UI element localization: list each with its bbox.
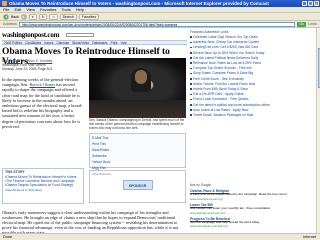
zone-indicator: Internet xyxy=(303,235,316,239)
toolbar: ◄ Back ► x ↻ ⌂ Search Favorites xyxy=(0,13,320,21)
email-tool[interactable]: E-Mail This xyxy=(92,136,136,140)
links-label[interactable]: Links xyxy=(308,22,317,26)
google-ads: Ads by Google Obama, Race & Religion A f… xyxy=(190,183,314,228)
advertiser-link[interactable]: Drivers Save Up to 25% When You Switch T… xyxy=(190,51,314,55)
refresh-button[interactable]: ↻ xyxy=(38,13,48,20)
advertiser-links: Celebrate Labor Day! Search Our Top Deal… xyxy=(190,35,314,117)
advertiser-link[interactable]: LendingTree.com: Get a $250 Visa Gift Ca… xyxy=(190,45,314,49)
site-logo[interactable]: washingtonpost.com xyxy=(2,31,59,39)
go-button[interactable]: Go xyxy=(297,21,307,27)
nav-item[interactable]: 2008 Politics xyxy=(4,41,22,44)
advertiser-link[interactable]: Celebrate Labor Day! Search Our Top Deal… xyxy=(190,35,314,39)
stop-button[interactable]: x xyxy=(28,13,37,20)
advertiser-link[interactable]: Refinance Now: Rates as Low as 5.25% Fix… xyxy=(190,61,314,65)
advertiser-link[interactable]: Get the latest in politics and more subs… xyxy=(190,103,314,107)
advertiser-link[interactable]: Find a Local Contractor - Free Quotes xyxy=(190,97,314,101)
photo-crowd xyxy=(89,100,186,118)
vertical-scrollbar[interactable] xyxy=(316,28,320,233)
share-tool[interactable]: Save/Share xyxy=(92,148,136,152)
article-photo[interactable] xyxy=(89,58,186,118)
photo-caption: Sen. Barack Obama, campaigning in Detroi… xyxy=(89,118,185,130)
article-body: Obama's early maneuvers suggest a clear … xyxy=(2,210,179,233)
nav-item[interactable]: Calendar xyxy=(56,41,69,44)
window-title: Obama Moves To Reintroduce Himself to Vo… xyxy=(9,1,269,6)
status-bar: Done Internet xyxy=(0,233,320,240)
advertiser-link[interactable]: Shop Smart: Compare Prices & Save Big xyxy=(190,71,314,75)
google-ad-url[interactable]: www.campaign-example.org xyxy=(190,224,314,228)
advertiser-link[interactable]: Get a 0% APR Card - Apply Online xyxy=(190,92,314,96)
article-tools: E-Mail This Print This Save/Share Subscr… xyxy=(89,133,186,184)
site-search-input[interactable] xyxy=(66,32,95,37)
print-tool[interactable]: Print This xyxy=(92,142,136,146)
menu-favorites[interactable]: Favorites xyxy=(40,7,56,12)
rail-header: Featured Advertiser Links xyxy=(190,30,229,34)
site-header: washingtonpost.com xyxy=(2,30,182,39)
page-viewport: washingtonpost.com 2008 Politics Candida… xyxy=(0,28,316,233)
right-rail: Featured Advertiser Links Celebrate Labo… xyxy=(190,30,314,118)
address-label: Address xyxy=(3,22,17,26)
advertiser-link[interactable]: Auto Loans at Low Rates - Apply Now xyxy=(190,108,314,112)
search-button[interactable]: Search xyxy=(59,13,77,20)
back-button[interactable]: ◄ xyxy=(3,13,9,20)
menu-tools[interactable]: Tools xyxy=(61,7,70,12)
advertiser-link[interactable]: Hotels From $49: Book Today & Save xyxy=(190,87,314,91)
ad-box[interactable]: Advertisement SPONSOR xyxy=(89,170,186,203)
advertiser-link[interactable]: Airline Tickets: Find the Lowest Fares N… xyxy=(190,82,314,86)
view-all-link[interactable]: View All Items in This Story xyxy=(5,188,81,192)
maximize-button[interactable]: □ xyxy=(308,1,313,6)
status-text: Done xyxy=(3,235,13,239)
section-nav: 2008 Politics Candidates Issues Calendar… xyxy=(2,40,187,45)
google-ad-url[interactable]: www.example-report.org xyxy=(190,197,314,201)
google-ads-label: Ads by Google xyxy=(190,183,211,187)
menu-help[interactable]: Help xyxy=(76,7,84,12)
menu-view[interactable]: View xyxy=(26,7,35,12)
nav-item[interactable]: Candidates xyxy=(25,41,41,44)
nav-item[interactable]: Issues xyxy=(44,41,53,44)
article-lead: In the opening weeks of the general-elec… xyxy=(2,77,84,129)
ad-label: Advertisement xyxy=(92,172,112,176)
minimize-button[interactable]: _ xyxy=(302,1,307,6)
home-button[interactable]: ⌂ xyxy=(49,13,58,20)
address-input[interactable]: http://www.washingtonpost.com/wp-dyn/con… xyxy=(18,21,296,27)
byline-date: Monday, June 23, 2008; Page A01 xyxy=(2,67,53,71)
google-ad-url[interactable]: www.taxhelp-example.com xyxy=(190,211,314,215)
address-bar: Address http://www.washingtonpost.com/wp… xyxy=(0,21,320,28)
byline: By Dan Balz and Anne E. Kornblut Washing… xyxy=(2,59,87,71)
advertiser-link[interactable]: Travel Deals: Vacation Packages on Sale xyxy=(190,113,314,117)
story-link[interactable]: Obama Targets Speculation on Fund Strate… xyxy=(5,183,81,187)
this-story-box: THIS STORY Obama Moves To Reintroduce Hi… xyxy=(2,168,84,204)
advertiser-link[interactable]: Get the Latest Political News Delivered … xyxy=(190,56,314,60)
ad-logo[interactable]: SPONSOR xyxy=(122,180,153,190)
subscribe-tool[interactable]: Subscribe xyxy=(92,154,136,158)
favorites-button[interactable]: Favorites xyxy=(78,13,100,20)
advertiser-link[interactable]: Free Credit Score - See It Instantly xyxy=(190,77,314,81)
advertiser-link[interactable]: Compare Top Online Schools - Free Info xyxy=(190,66,314,70)
close-button[interactable]: x xyxy=(314,1,319,6)
nav-item[interactable]: Databases xyxy=(92,41,107,44)
menu-file[interactable]: File xyxy=(3,7,9,12)
buzz-tool[interactable]: Yahoo! Buzz xyxy=(92,160,136,164)
advertiser-link[interactable]: Advertise New: Cheap Car Insurance Quote… xyxy=(190,40,314,44)
forward-button[interactable]: ► xyxy=(20,13,27,20)
window-title-bar: Obama Moves To Reintroduce Himself to Vo… xyxy=(0,0,320,7)
nav-item[interactable]: Blogs/Video xyxy=(72,41,89,44)
photo-face xyxy=(135,70,147,84)
nav-item[interactable]: Polls xyxy=(111,41,118,44)
ie-icon xyxy=(2,1,7,6)
back-label: Back xyxy=(11,14,19,19)
nav-item[interactable]: Vote xyxy=(121,41,127,44)
this-story-heading: THIS STORY xyxy=(5,170,25,174)
lead-text: has moved rapidly to shape the campaign … xyxy=(2,82,83,129)
menu-edit[interactable]: Edit xyxy=(14,7,21,12)
